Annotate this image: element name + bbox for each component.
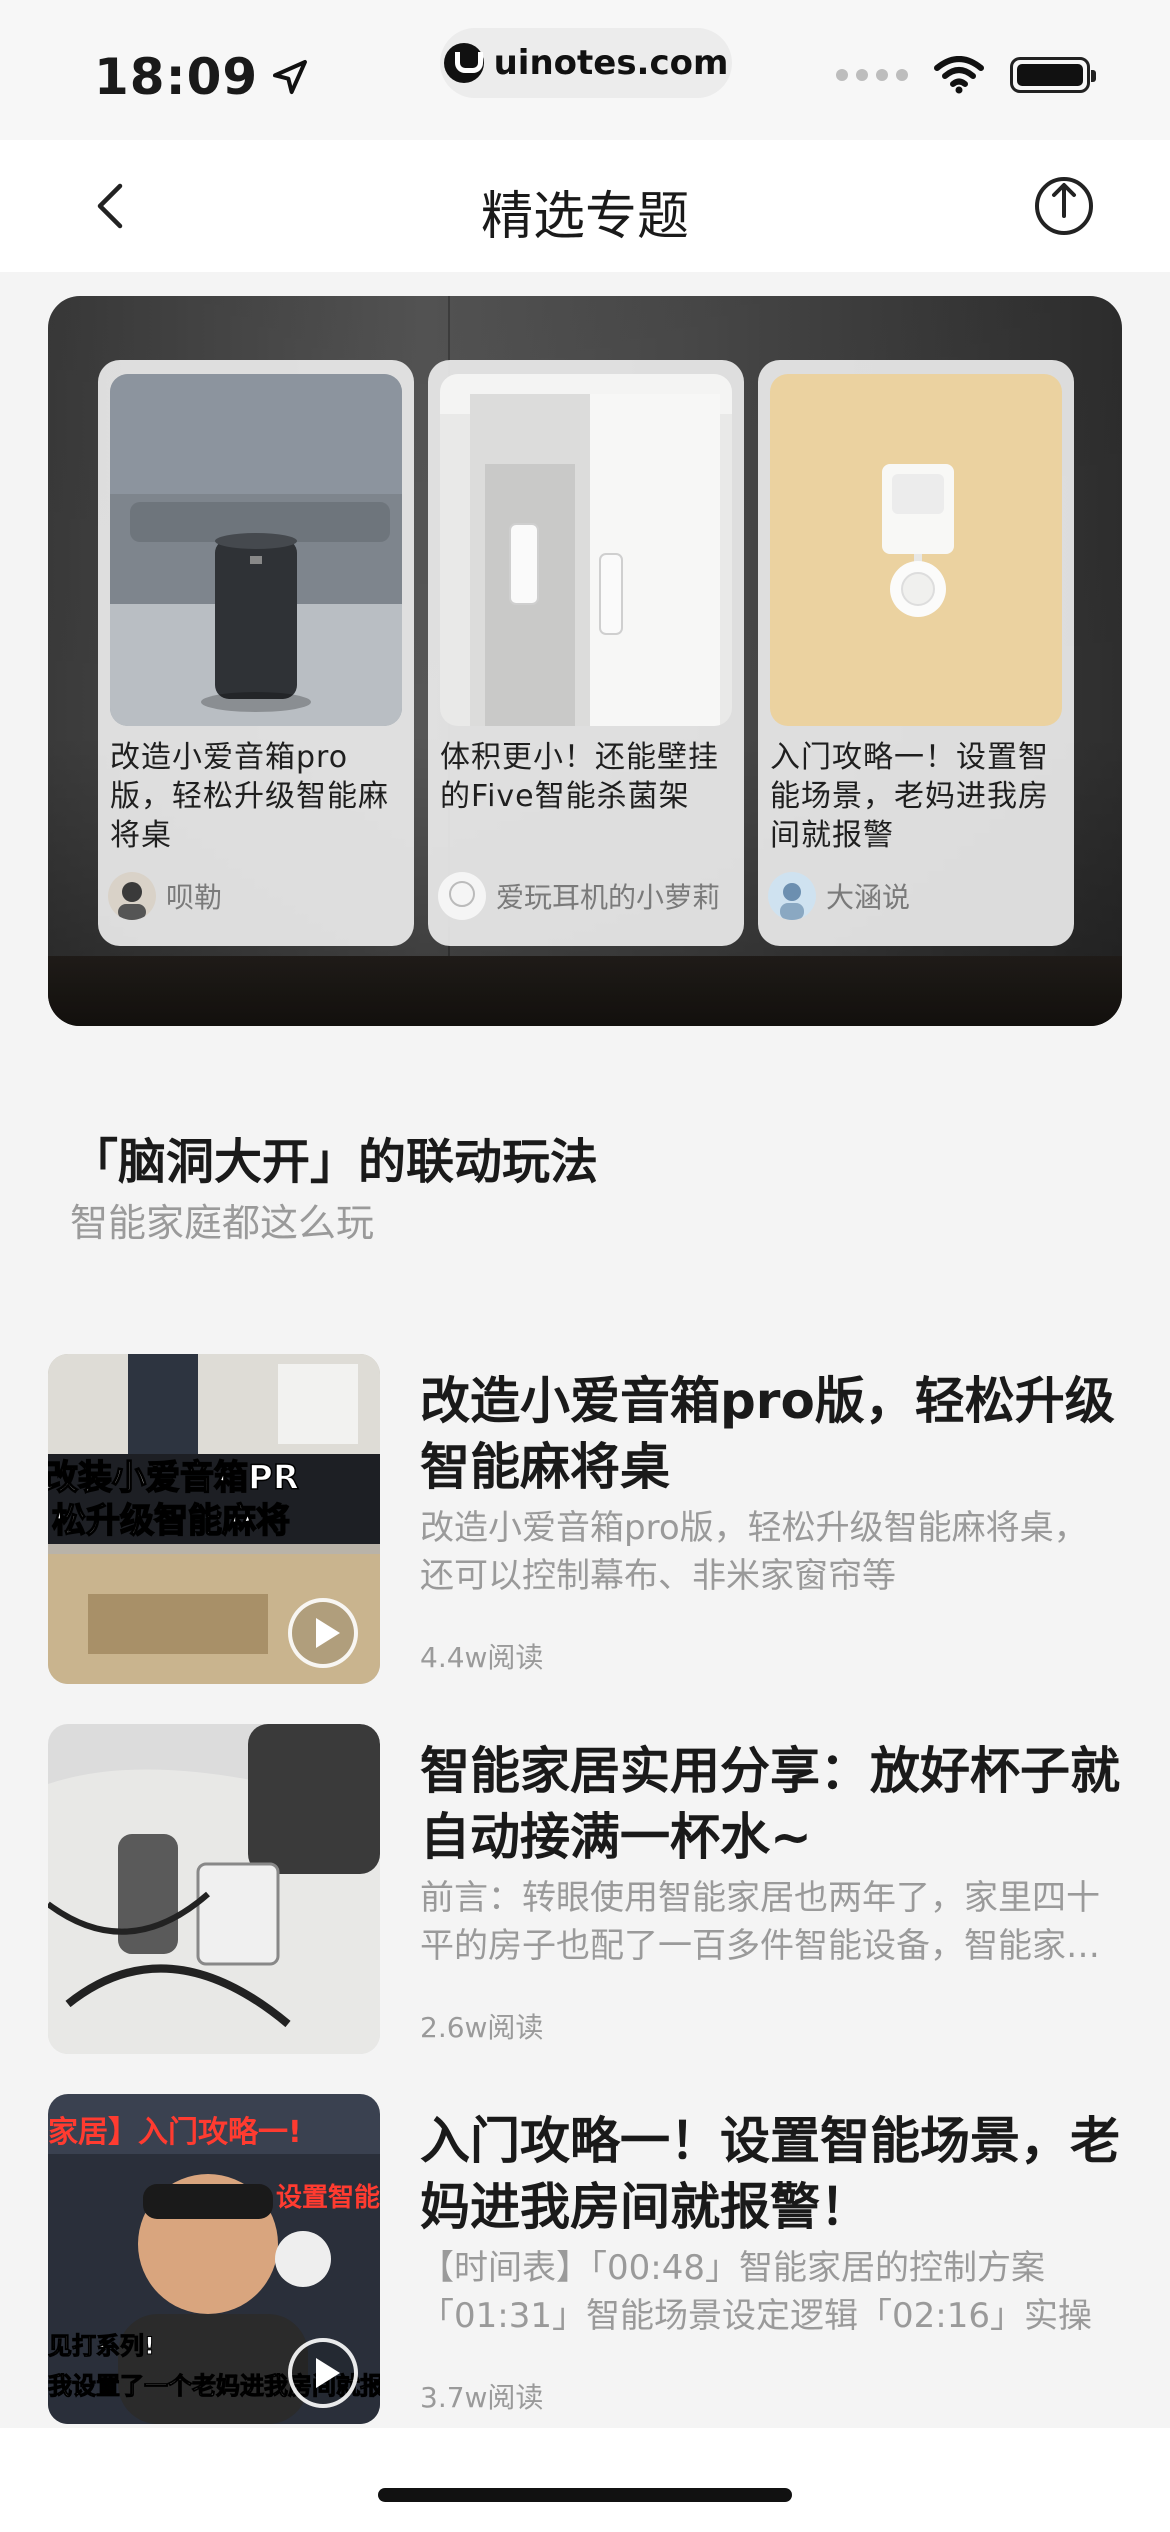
svg-text:改装小爱音箱PR: 改装小爱音箱PR <box>48 1458 299 1498</box>
article-thumbnail <box>48 1724 380 2054</box>
avatar <box>108 872 156 920</box>
status-bar: 18:09 uinotes.com <box>0 0 1170 140</box>
video-thumbnail: 改装小爱音箱PR 松升级智能麻将 <box>48 1354 380 1684</box>
share-icon[interactable] <box>1030 170 1098 238</box>
banner-card[interactable]: 改造小爱音箱pro版，轻松升级智能麻将桌 呗勒 <box>98 360 414 946</box>
item-title: 改造小爱音箱pro版，轻松升级智能麻将桌 <box>420 1372 1115 1496</box>
location-arrow-icon <box>273 60 308 94</box>
status-time: 18:09 <box>94 48 310 106</box>
sterilizer-image <box>440 374 732 726</box>
section-title: 「脑洞大开」的联动玩法 <box>70 1134 599 1190</box>
banner-card[interactable]: 入门攻略一！设置智能场景，老妈进我房间就报警 大涵说 <box>758 360 1074 946</box>
read-count: 3.7w阅读 <box>420 2381 544 2414</box>
list-item[interactable]: 家居】入门攻略一! 设置智能 见打系列! 我设置了一个老妈进我房间就报 入门攻略… <box>48 2094 1122 2424</box>
nav-bar: 精选专题 <box>0 140 1170 272</box>
page-title: 精选专题 <box>480 187 689 247</box>
status-indicators <box>836 56 1096 94</box>
item-title: 入门攻略一！设置智能场景，老妈进我房间就报警！ <box>420 2112 1120 2236</box>
item-description: 前言：转眼使用智能家居也两年了，家里四十平的房子也配了一百多件智能设备，智能家居… <box>420 1878 1100 1966</box>
list-item[interactable]: 改装小爱音箱PR 松升级智能麻将 改造小爱音箱pro版，轻松升级智能麻将桌 改造… <box>48 1354 1122 1684</box>
banner-card-author: 呗勒 <box>108 872 222 920</box>
banner-card-title: 体积更小！还能壁挂的Five智能杀菌架 <box>440 740 719 814</box>
read-count: 2.6w阅读 <box>420 2011 544 2044</box>
banner-card[interactable]: 体积更小！还能壁挂的Five智能杀菌架 爱玩耳机的小萝莉 <box>428 360 744 946</box>
read-count: 4.4w阅读 <box>420 1641 544 1674</box>
svg-text:设置智能: 设置智能 <box>276 2182 380 2213</box>
item-description: 改造小爱音箱pro版，轻松升级智能麻将桌，还可以控制幕布、非米家窗帘等 <box>420 1508 1088 1596</box>
motion-sensor-image <box>770 374 1062 726</box>
url-pill[interactable]: uinotes.com <box>440 28 732 98</box>
battery-icon <box>1010 57 1096 93</box>
video-thumbnail: 家居】入门攻略一! 设置智能 见打系列! 我设置了一个老妈进我房间就报 <box>48 2094 380 2424</box>
item-title: 智能家居实用分享：放好杯子就自动接满一杯水~ <box>420 1742 1120 1866</box>
avatar <box>438 872 486 920</box>
svg-text:家居】入门攻略一!: 家居】入门攻略一! <box>48 2115 302 2150</box>
banner-card-title: 改造小爱音箱pro版，轻松升级智能麻将桌 <box>110 740 389 853</box>
home-indicator[interactable] <box>378 2488 792 2502</box>
svg-text:松升级智能麻将: 松升级智能麻将 <box>52 1501 290 1541</box>
avatar <box>768 872 816 920</box>
banner-card-author: 大涵说 <box>768 872 910 920</box>
svg-text:见打系列!: 见打系列! <box>48 2332 155 2360</box>
featured-banner[interactable]: 改造小爱音箱pro版，轻松升级智能麻将桌 呗勒 体积更小！还能壁挂的Five智能… <box>48 296 1122 1026</box>
play-icon[interactable] <box>288 1598 358 1668</box>
smart-speaker-image <box>110 374 402 726</box>
url-text: uinotes.com <box>493 43 729 83</box>
site-logo-icon <box>443 43 484 83</box>
banner-card-author: 爱玩耳机的小萝莉 <box>438 872 720 920</box>
banner-card-title: 入门攻略一！设置智能场景，老妈进我房间就报警 <box>770 740 1049 853</box>
list-item[interactable]: 智能家居实用分享：放好杯子就自动接满一杯水~ 前言：转眼使用智能家居也两年了，家… <box>48 1724 1122 2054</box>
play-icon[interactable] <box>288 2338 358 2408</box>
section-subtitle: 智能家庭都这么玩 <box>70 1201 375 1245</box>
bottom-safe-area <box>0 2428 1170 2532</box>
wifi-icon <box>934 56 984 94</box>
item-description: 【时间表】「00:48」智能家居的控制方案「01:31」智能场景设定逻辑「02:… <box>420 2248 1092 2336</box>
signal-icon <box>836 69 908 81</box>
